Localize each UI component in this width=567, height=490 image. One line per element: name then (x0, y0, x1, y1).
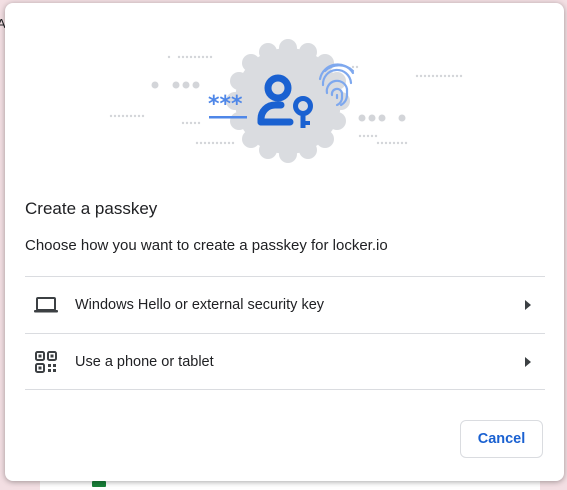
dialog-title: Create a passkey (25, 199, 158, 218)
cancel-button[interactable]: Cancel (460, 420, 543, 458)
qr-code-icon (33, 349, 59, 375)
option-windows-hello-label: Windows Hello or external security key (75, 296, 325, 313)
laptop-icon (33, 292, 59, 318)
passkey-dialog: *** Create a passkey Choose how you want… (5, 3, 564, 481)
option-phone-tablet-label: Use a phone or tablet (75, 353, 214, 370)
chevron-right-icon (519, 296, 537, 314)
dialog-subtitle: Choose how you want to create a passkey … (25, 237, 388, 254)
passkey-illustration: *** (109, 39, 463, 163)
option-windows-hello[interactable]: Windows Hello or external security key (25, 277, 545, 332)
divider (25, 389, 545, 390)
password-mask-text: *** (208, 92, 243, 117)
background-spreadsheet-icon (92, 481, 106, 487)
chevron-right-icon (519, 353, 537, 371)
option-phone-tablet[interactable]: Use a phone or tablet (25, 334, 545, 389)
